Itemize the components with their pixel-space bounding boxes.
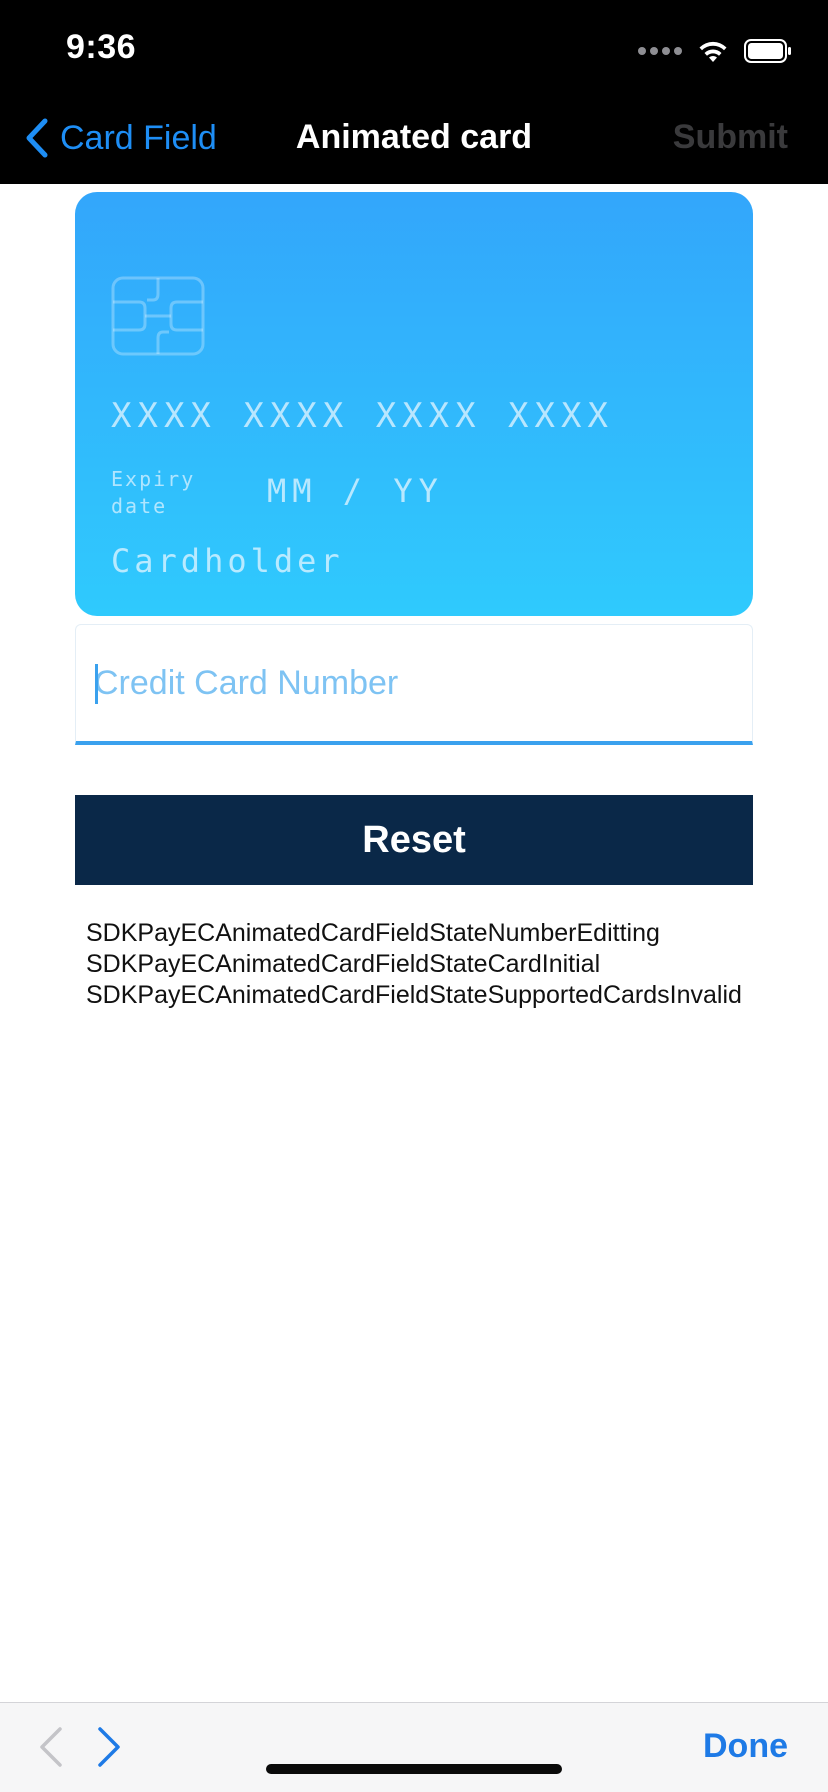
chevron-right-icon[interactable] [94, 1725, 124, 1769]
card-number-placeholder: XXXX XXXX XXXX XXXX [111, 396, 614, 436]
home-indicator [266, 1764, 562, 1774]
screen: 9:36 Card Field Animated card Submit XXX… [0, 0, 828, 1792]
state-log-line: SDKPayECAnimatedCardFieldStateNumberEdit… [86, 919, 660, 947]
expiry-placeholder: MM / YY [267, 472, 444, 510]
keyboard-toolbar: Done [0, 1702, 828, 1792]
credit-card-number-field[interactable] [75, 624, 753, 745]
animated-card: XXXX XXXX XXXX XXXX Expiry date MM / YY … [75, 192, 753, 616]
card-chip-icon [111, 276, 205, 356]
wifi-icon [699, 41, 727, 62]
expiry-label: Expiry date [111, 467, 196, 518]
text-caret [95, 664, 98, 704]
cardholder-placeholder: Cardholder [111, 542, 344, 580]
done-button[interactable]: Done [703, 1727, 788, 1766]
reset-button[interactable]: Reset [75, 795, 753, 885]
credit-card-number-input[interactable] [94, 625, 734, 741]
submit-button[interactable]: Submit [673, 118, 788, 157]
state-log: SDKPayECAnimatedCardFieldStateNumberEdit… [86, 918, 756, 1011]
status-icons [638, 36, 792, 66]
chevron-left-icon[interactable] [36, 1725, 66, 1769]
status-time: 9:36 [66, 28, 137, 66]
signal-icon [638, 47, 682, 55]
state-log-line: SDKPayECAnimatedCardFieldStateCardInitia… [86, 950, 601, 978]
state-log-line: SDKPayECAnimatedCardFieldStateSupportedC… [86, 981, 742, 1009]
top-bar: 9:36 Card Field Animated card Submit [0, 0, 828, 184]
battery-icon [744, 39, 791, 63]
